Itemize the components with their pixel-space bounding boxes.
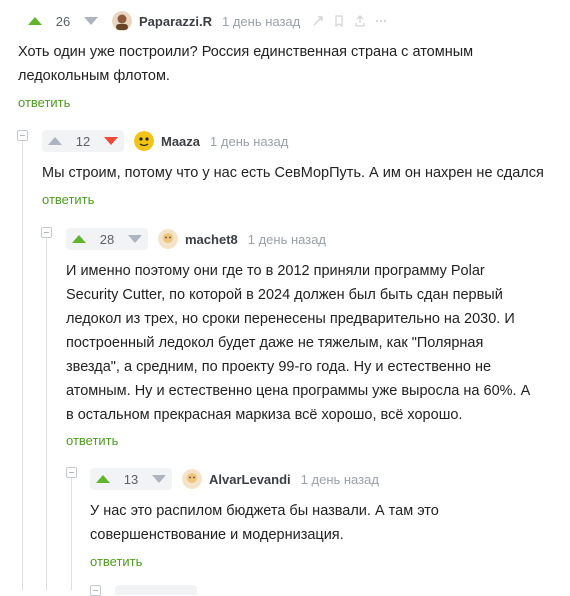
collapse-icon[interactable]	[17, 130, 28, 141]
arrow-up-icon[interactable]	[48, 137, 62, 145]
vote-box: 13	[90, 468, 172, 490]
author-name[interactable]: Paparazzi.R	[139, 14, 212, 29]
timestamp[interactable]: 1 день назад	[301, 472, 379, 487]
comment-text: И именно поэтому они где то в 2012 приня…	[66, 263, 531, 423]
arrow-down-icon[interactable]	[104, 137, 118, 145]
comment-text: Хоть один уже построили? Россия единстве…	[18, 44, 474, 84]
comment-text: Мы строим, потому что у нас есть СевМорП…	[42, 165, 544, 181]
vote-box: 26	[18, 10, 100, 32]
timestamp[interactable]: 1 день назад	[210, 134, 288, 149]
arrow-down-icon[interactable]	[128, 235, 142, 243]
more-icon[interactable]	[375, 15, 387, 27]
timestamp[interactable]: 1 день назад	[222, 14, 300, 29]
vote-box	[115, 585, 197, 595]
avatar[interactable]	[134, 131, 154, 151]
collapse-icon[interactable]	[90, 585, 101, 596]
reply-link[interactable]: ответить	[42, 192, 94, 207]
comment-text: У нас это распилом бюджета бы назвали. А…	[90, 503, 439, 543]
reply-link[interactable]: ответить	[18, 95, 70, 110]
avatar[interactable]	[158, 229, 178, 249]
comment-tools	[312, 15, 396, 27]
avatar[interactable]	[112, 11, 132, 31]
reply-link[interactable]: ответить	[66, 433, 118, 448]
thread-line	[46, 236, 47, 590]
author-name[interactable]: Maaza	[161, 134, 200, 149]
arrow-up-icon[interactable]	[28, 17, 42, 25]
share-icon[interactable]	[354, 15, 366, 27]
arrow-down-icon[interactable]	[84, 17, 98, 25]
avatar[interactable]	[182, 469, 202, 489]
thread-line	[71, 476, 72, 590]
bookmark-icon[interactable]	[333, 15, 345, 27]
reply-link[interactable]: ответить	[90, 554, 142, 569]
rating-count: 26	[55, 13, 71, 29]
rating-count: 13	[123, 471, 139, 487]
collapse-icon[interactable]	[41, 227, 52, 238]
link-icon[interactable]	[312, 15, 324, 27]
vote-box: 28	[66, 228, 148, 250]
author-name[interactable]: machet8	[185, 232, 238, 247]
timestamp[interactable]: 1 день назад	[248, 232, 326, 247]
arrow-up-icon[interactable]	[96, 475, 110, 483]
author-name[interactable]: AlvarLevandi	[209, 472, 291, 487]
arrow-up-icon[interactable]	[72, 235, 86, 243]
thread-line	[22, 140, 23, 590]
collapse-icon[interactable]	[66, 467, 77, 478]
vote-box: 12	[42, 130, 124, 152]
arrow-down-icon[interactable]	[152, 475, 166, 483]
rating-count: 12	[75, 133, 91, 149]
rating-count: 28	[99, 231, 115, 247]
